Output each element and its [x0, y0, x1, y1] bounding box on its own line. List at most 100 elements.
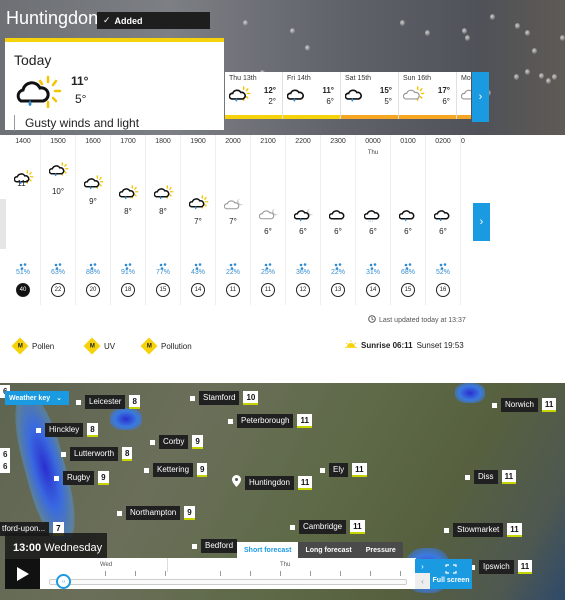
city-marker-icon — [150, 439, 155, 445]
hour-time: 2200 — [295, 138, 311, 145]
city-name: Lutterworth — [70, 447, 119, 461]
rain-chance: 77% — [155, 269, 170, 276]
hourly-column[interactable]: 1400 11° 51% 40 — [6, 135, 41, 305]
day-name: Fri 14th — [287, 75, 311, 82]
timeline-day-wed: Wed — [100, 562, 113, 568]
day-card[interactable]: Fri 14th 11° 6° — [283, 72, 341, 119]
weather-map[interactable]: Leicester 8 Stamford 10 Peterborough 11 Norwic… — [0, 383, 565, 600]
pollution-label: Pollution — [161, 341, 192, 351]
uv-indicator[interactable]: M UV — [83, 337, 115, 355]
city-temp: 9 — [192, 435, 203, 449]
raindrop-decoration — [490, 14, 495, 20]
raindrop-decoration — [525, 30, 530, 36]
hour-time: 1400 — [15, 138, 31, 145]
raindrop-decoration — [305, 45, 310, 51]
hour-time: 1600 — [85, 138, 101, 145]
map-city-label[interactable]: Peterborough 11 — [228, 414, 312, 428]
map-city-label[interactable]: Stamford 10 — [190, 391, 259, 405]
day-low-temp: 6° — [326, 97, 334, 106]
city-marker-icon — [492, 402, 497, 408]
map-city-label[interactable]: Kettering 9 — [144, 463, 208, 477]
hourly-column[interactable]: 2200 6° 36% 12 — [286, 135, 321, 305]
hourly-column[interactable]: 1500 10° 63% 22 — [41, 135, 76, 305]
rain-chance: 25% — [260, 269, 275, 276]
map-city-label[interactable]: Ipswich 11 — [470, 560, 533, 574]
weather-key-button[interactable]: Weather key ⌄ — [5, 391, 69, 405]
day-card[interactable]: Sun 16th 17° 6° — [399, 72, 457, 119]
map-tabs: Short forecast Long forecast Pressure — [237, 542, 403, 558]
timeline-forward-button[interactable]: › — [415, 559, 430, 573]
city-marker-icon — [144, 467, 149, 473]
pollen-indicator[interactable]: M Pollen — [11, 337, 54, 355]
map-city-label[interactable]: Northampton 9 — [117, 506, 195, 520]
wind-speed: 40 — [16, 283, 30, 297]
sun-cloud-rain-icon — [153, 185, 174, 206]
hourly-column[interactable]: 1600 9° 88% 20 — [76, 135, 111, 305]
day-card[interactable]: Thu 13th 12° 2° — [225, 72, 283, 119]
tab-short-forecast[interactable]: Short forecast — [237, 542, 299, 558]
map-city-label[interactable]: Diss 11 — [465, 470, 517, 484]
hourly-column[interactable]: 0100 6° 68% 15 — [391, 135, 426, 305]
map-city-label[interactable]: Lutterworth 8 — [61, 447, 133, 461]
map-city-label[interactable]: Huntingdon 11 — [232, 474, 313, 492]
map-city-label[interactable]: Ely 11 — [320, 463, 367, 477]
timeline[interactable]: Wed Thu ‹› — [40, 558, 416, 589]
raindrop-decoration — [462, 28, 467, 34]
tab-pressure[interactable]: Pressure — [358, 542, 403, 558]
day-name: Sat 15th — [345, 75, 372, 82]
map-city-label[interactable]: Norwich 11 — [492, 398, 557, 412]
raindrop-decoration — [290, 28, 295, 34]
timeline-track[interactable] — [49, 579, 407, 585]
hourly-column[interactable]: 2100 6° 25% 11 — [251, 135, 286, 305]
hourly-column[interactable]: 1700 8° 91% 18 — [111, 135, 146, 305]
days-next-button[interactable]: › — [472, 72, 489, 122]
map-city-label[interactable]: Rugby 9 — [54, 471, 109, 485]
level-badge-icon: M — [11, 337, 29, 355]
timeline-tick — [370, 571, 371, 576]
city-marker-icon — [192, 543, 197, 549]
hourly-column[interactable]: 2300 6° 22% 13 — [321, 135, 356, 305]
wind-speed: 15 — [156, 283, 170, 297]
map-city-label[interactable]: Bedford — [192, 539, 238, 553]
hourly-column[interactable]: 0000 Thu 6° 31% 14 — [356, 135, 391, 305]
raindrop-decoration — [539, 73, 544, 79]
rain-chance: 22% — [225, 269, 240, 276]
day-card[interactable]: Mo — [457, 72, 471, 119]
wind-speed: 12 — [296, 283, 310, 297]
timeline-day-thu: Thu — [280, 562, 291, 568]
timeline-tick — [135, 571, 136, 576]
hour-time: 0100 — [400, 138, 416, 145]
timeline-tick — [220, 571, 221, 576]
map-city-label[interactable]: Cambridge 11 — [290, 520, 365, 534]
hourly-column[interactable]: 1800 8° 77% 15 — [146, 135, 181, 305]
sunrise-icon — [345, 340, 357, 350]
timeline-tick — [340, 571, 341, 576]
map-city-label[interactable]: Leicester 8 — [76, 395, 140, 409]
hourly-column-partial: 0 — [461, 138, 465, 145]
map-city-label[interactable]: Stowmarket 11 — [444, 523, 522, 537]
hourly-column[interactable]: 1900 7° 43% 14 — [181, 135, 216, 305]
map-city-label[interactable]: Hinckley 8 — [36, 423, 98, 437]
wind-speed: 22 — [51, 283, 65, 297]
day-card[interactable]: Sat 15th 15° 5° — [341, 72, 399, 119]
day-high-temp: 12° — [263, 86, 276, 95]
hourly-column[interactable]: 0200 6° 52% 16 — [426, 135, 461, 305]
map-city-label[interactable]: Corby 9 — [150, 435, 203, 449]
timeline-tick — [310, 571, 311, 576]
fullscreen-button[interactable]: Full screen — [430, 559, 472, 589]
hour-temp: 7° — [194, 217, 202, 226]
moon-cloud-icon — [258, 207, 279, 228]
clock-icon — [368, 315, 376, 325]
tab-long-forecast[interactable]: Long forecast — [298, 542, 359, 558]
hourly-next-button[interactable]: › — [473, 203, 490, 241]
added-button[interactable]: ✓ Added — [97, 12, 210, 29]
play-button[interactable] — [5, 559, 40, 589]
timeline-handle[interactable]: ‹› — [56, 574, 71, 589]
city-marker-icon — [54, 475, 59, 481]
rain-overlay — [110, 408, 142, 430]
edge-city-temp: 6 — [0, 460, 11, 473]
timeline-back-button[interactable]: ‹ — [415, 573, 430, 589]
hourly-column[interactable]: 2000 7° 22% 11 — [216, 135, 251, 305]
pollution-indicator[interactable]: M Pollution — [140, 337, 192, 355]
city-marker-icon — [290, 524, 295, 530]
